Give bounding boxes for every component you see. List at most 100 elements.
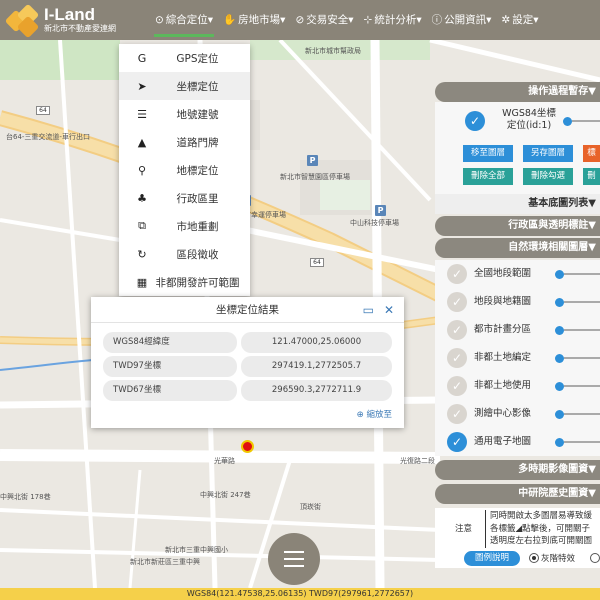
menu-item-label: 坐標定位 — [176, 80, 219, 93]
layer-item[interactable]: ✓ 都市計畫分區 — [435, 316, 600, 344]
menu-item-coordinate[interactable]: ➤ 坐標定位 — [119, 72, 250, 100]
result-value: 296590.3,2772711.9 — [241, 380, 392, 401]
layer-checkbox[interactable]: ✓ — [447, 292, 467, 312]
menu-item-label: 行政區里 — [176, 192, 219, 205]
opacity-slider-handle[interactable] — [555, 438, 564, 447]
menu-fab-button[interactable] — [268, 533, 320, 585]
basemap-list-header[interactable]: 基本底圖列表▼ — [435, 194, 600, 214]
menu-item-district[interactable]: ♣ 行政區里 — [119, 184, 250, 212]
road-icon: ▲ — [137, 135, 147, 149]
nav-settings[interactable]: ✲ 設定▾ — [496, 0, 543, 40]
coordinate-result-dialog: 坐標定位結果 ▭ ✕ WGS84經緯度 121.47000,25.06000 TW… — [91, 297, 404, 428]
nav-real-estate-market[interactable]: ✋ 房地市場▾ — [218, 0, 290, 40]
menu-item-road-address[interactable]: ▲ 道路門牌 — [119, 128, 250, 156]
menu-item-label: GPS定位 — [176, 52, 219, 65]
opacity-slider-track[interactable] — [564, 357, 600, 359]
coordinate-status-bar: WGS84(121.47538,25.06135) TWD97(297961,2… — [0, 588, 600, 600]
menu-item-label: 市地重劃 — [176, 220, 219, 233]
layer-item[interactable]: ✓ 測繪中心影像 — [435, 400, 600, 428]
layer-item[interactable]: ✓ 地段與地籍圖 — [435, 288, 600, 316]
history-maps-header[interactable]: 中研院歷史圖資▼ — [435, 484, 600, 504]
map-label: 台64-三重交流道-車行出口 — [6, 133, 90, 141]
delete-button[interactable]: 刪 — [583, 168, 600, 185]
env-layers-header[interactable]: 自然環境相關圖層▼ — [435, 238, 600, 258]
menu-item-zone-expropriation[interactable]: ↻ 區段徵收 — [119, 240, 250, 268]
menu-item-gps[interactable]: G GPS定位 — [119, 44, 250, 72]
opacity-slider-track[interactable] — [564, 273, 600, 275]
close-icon[interactable]: ✕ — [384, 303, 394, 317]
nav-public-info[interactable]: ⓘ 公開資訊▾ — [427, 0, 497, 40]
nav-statistics[interactable]: ⊹ 統計分析▾ — [359, 0, 427, 40]
opacity-slider-track[interactable] — [572, 120, 600, 122]
layer-checkbox[interactable]: ✓ — [447, 320, 467, 340]
app-logo[interactable]: I-Land 新北市不動產愛連網 — [0, 0, 150, 40]
menu-item-landmark[interactable]: ⚲ 地標定位 — [119, 156, 250, 184]
nav-label: 房地市場▾ — [238, 14, 286, 26]
result-row: WGS84經緯度 121.47000,25.06000 — [103, 332, 392, 353]
opacity-slider-handle[interactable] — [563, 117, 572, 126]
opacity-slider-handle[interactable] — [555, 298, 564, 307]
layer-label: 通用電子地圖 — [474, 436, 532, 447]
admin-labels-header[interactable]: 行政區與透明標註▼ — [435, 216, 600, 236]
delete-all-button[interactable]: 刪除全部 — [463, 168, 513, 185]
opacity-slider-track[interactable] — [564, 385, 600, 387]
opacity-slider-track[interactable] — [564, 329, 600, 331]
nav-label: 統計分析▾ — [374, 14, 422, 26]
grayscale-radio[interactable] — [529, 553, 539, 563]
menu-item-land-readjustment[interactable]: ⧉ 市地重劃 — [119, 212, 250, 240]
note-line: 同時開啟太多圖層易導致緩 — [490, 511, 593, 521]
opacity-slider-handle[interactable] — [555, 410, 564, 419]
parking-icon: P — [375, 205, 386, 216]
label-button[interactable]: 標 — [583, 145, 600, 162]
opacity-slider-handle[interactable] — [555, 382, 564, 391]
wgs-layer-checkbox[interactable]: ✓ — [465, 111, 485, 131]
result-value: 121.47000,25.06000 — [241, 332, 392, 353]
route-64-shield: 64 — [36, 106, 50, 115]
menu-item-non-urban-permit[interactable]: ▦ 非都開發許可範圍 — [119, 268, 250, 296]
org-icon: ♣ — [137, 191, 147, 205]
opacity-slider-track[interactable] — [564, 441, 600, 443]
layer-checkbox[interactable]: ✓ — [447, 264, 467, 284]
opacity-slider-handle[interactable] — [555, 270, 564, 279]
layer-label: 測繪中心影像 — [474, 408, 532, 419]
layer-item[interactable]: ✓ 全國地段範圍 — [435, 260, 600, 288]
opacity-slider-track[interactable] — [564, 413, 600, 415]
legend-button[interactable]: 圖例說明 — [464, 551, 520, 566]
result-value: 297419.1,2772505.7 — [241, 356, 392, 377]
map-label: 新北市新莊區三重中興 — [130, 558, 200, 566]
save-as-layer-button[interactable]: 另存圖層 — [523, 145, 573, 162]
top-navbar: I-Land 新北市不動產愛連網 ⊙ 綜合定位▾ ✋ 房地市場▾ ⊘ 交易安全▾ ⊹ 統… — [0, 0, 600, 40]
layer-checkbox[interactable]: ✓ — [447, 348, 467, 368]
layer-item[interactable]: ✓ 非都土地編定 — [435, 344, 600, 372]
map-label: 光華路 — [214, 457, 235, 465]
delete-checked-button[interactable]: 刪除勾選 — [523, 168, 573, 185]
ops-history-body: ✓ WGS84坐標 定位(id:1) 移至圖層 另存圖層 標 刪除全部 刪除勾選 … — [435, 102, 600, 194]
map-label: 頂崁街 — [300, 503, 321, 511]
map-label: 中興北街 178巷 — [0, 493, 51, 501]
layer-checkbox[interactable]: ✓ — [447, 376, 467, 396]
wgs-layer-label: WGS84坐標 定位(id:1) — [502, 108, 556, 131]
layer-checkbox[interactable]: ✓ — [447, 432, 467, 452]
effect-radio[interactable] — [590, 553, 600, 563]
ops-history-header[interactable]: 操作過程暫存▼ — [435, 82, 600, 102]
layer-label: 非都土地使用 — [474, 380, 532, 391]
hamburger-icon — [284, 551, 304, 553]
map-label: 新北市城市幫政局 — [305, 47, 361, 55]
zoom-in-icon: ⊕ — [356, 410, 364, 420]
minimize-icon[interactable]: ▭ — [363, 303, 374, 317]
nav-comprehensive-positioning[interactable]: ⊙ 綜合定位▾ — [150, 0, 218, 40]
nav-label: 設定▾ — [512, 14, 539, 26]
layer-item[interactable]: ✓ 非都土地使用 — [435, 372, 600, 400]
multi-period-imagery-header[interactable]: 多時期影像圖資▼ — [435, 460, 600, 480]
move-to-layer-button[interactable]: 移至圖層 — [463, 145, 513, 162]
nav-transaction-safety[interactable]: ⊘ 交易安全▾ — [290, 0, 358, 40]
opacity-slider-handle[interactable] — [555, 326, 564, 335]
location-marker[interactable] — [241, 440, 254, 453]
layer-item[interactable]: ✓ 通用電子地圖 — [435, 428, 600, 456]
layer-checkbox[interactable]: ✓ — [447, 404, 467, 424]
menu-item-land-number[interactable]: ☰ 地號建號 — [119, 100, 250, 128]
opacity-slider-handle[interactable] — [555, 354, 564, 363]
zoom-to-button[interactable]: ⊕ 縮放至 — [357, 408, 392, 420]
opacity-slider-track[interactable] — [564, 301, 600, 303]
menu-item-label: 地號建號 — [176, 108, 219, 121]
